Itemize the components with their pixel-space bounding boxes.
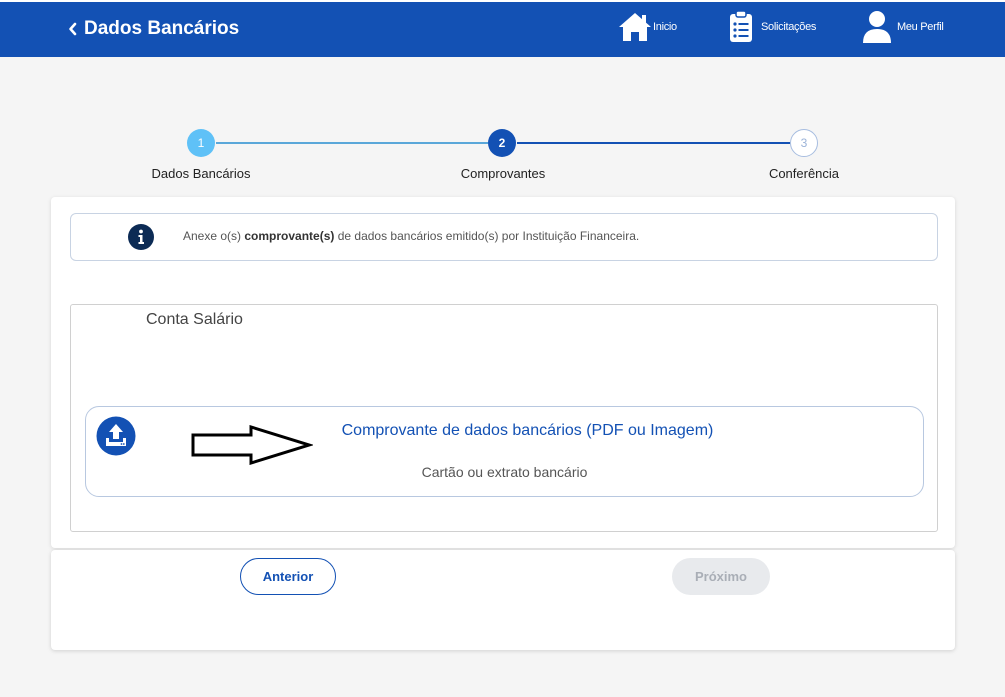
- upload-title: Comprovante de dados bancários (PDF ou I…: [341, 422, 714, 439]
- top-border: [0, 0, 1005, 2]
- anterior-button[interactable]: Anterior: [240, 558, 336, 595]
- step-3-label: Conferência: [768, 166, 840, 181]
- info-text: Anexe o(s) comprovante(s) de dados bancá…: [183, 229, 639, 243]
- step-1-circle: 1: [187, 129, 215, 157]
- back-button[interactable]: Dados Bancários: [66, 18, 239, 40]
- stepper-line-2: [517, 142, 790, 144]
- info-icon: [128, 224, 154, 250]
- nav-perfil-label: Meu Perfil: [897, 21, 944, 33]
- footer-card: Anterior Próximo: [51, 550, 955, 650]
- info-text-bold: comprovante(s): [244, 229, 335, 243]
- step-2-circle: 2: [488, 129, 516, 157]
- upload-dropzone[interactable]: Comprovante de dados bancários (PDF ou I…: [85, 406, 924, 497]
- proximo-button[interactable]: Próximo: [672, 558, 770, 595]
- nav-home-label: Inicio: [653, 21, 677, 33]
- step-3-circle: 3: [790, 129, 818, 157]
- user-icon: [863, 11, 891, 43]
- step-1-label: Dados Bancários: [151, 166, 251, 181]
- clipboard-list-icon: [730, 10, 752, 42]
- info-text-before: Anexe o(s): [183, 229, 245, 243]
- nav-home[interactable]: Inicio: [617, 10, 677, 44]
- nav-solicitacoes-label: Solicitações: [761, 21, 817, 33]
- step-2-label: Comprovantes: [460, 166, 546, 181]
- nav-solicitacoes[interactable]: Solicitações: [729, 10, 816, 44]
- upload-subtitle: Cartão ou extrato bancário: [421, 464, 588, 480]
- info-alert: Anexe o(s) comprovante(s) de dados bancá…: [70, 213, 938, 261]
- page-title: Dados Bancários: [84, 18, 240, 39]
- home-icon: [619, 13, 651, 41]
- conta-salario-section: Conta Salário Comprovante de dados bancá…: [70, 304, 938, 532]
- section-title: Conta Salário: [146, 311, 243, 328]
- info-text-after: de dados bancários emitido(s) por Instit…: [334, 229, 640, 243]
- stepper-line-1: [216, 142, 488, 144]
- chevron-left-icon: [69, 22, 77, 36]
- nav-meu-perfil[interactable]: Meu Perfil: [862, 10, 944, 44]
- top-bar: Dados Bancários Inicio Solicitações Meu …: [0, 0, 1005, 57]
- main-card: Anexe o(s) comprovante(s) de dados bancá…: [51, 197, 955, 548]
